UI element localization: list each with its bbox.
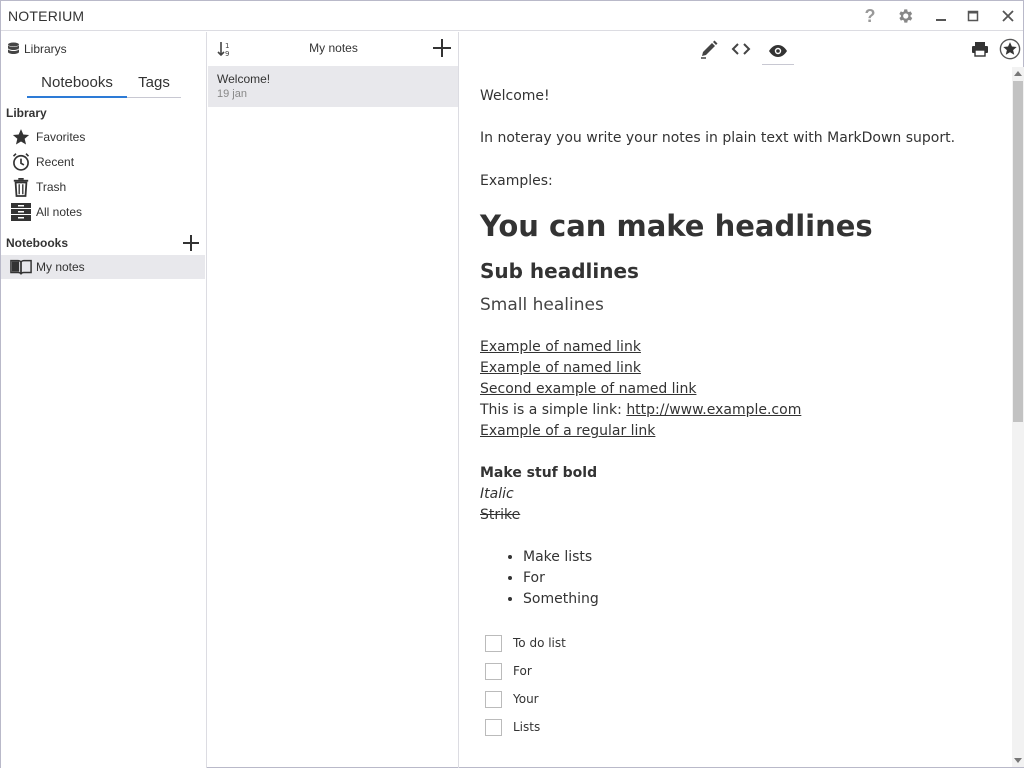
todo-label: For bbox=[513, 664, 532, 678]
todo-checkbox[interactable] bbox=[485, 718, 502, 736]
minimize-button[interactable] bbox=[930, 5, 952, 27]
sidebar-item-label: Favorites bbox=[36, 130, 86, 144]
sidebar-item-label: Trash bbox=[36, 180, 67, 194]
app-window: NOTERIUM ? Librarys Notebooks Tags Libra… bbox=[0, 0, 1024, 768]
examples-text: Examples: bbox=[480, 173, 553, 189]
sidebar-item-recent[interactable]: Recent bbox=[1, 150, 205, 174]
todo-list: To do list For Your Lists bbox=[480, 629, 1000, 741]
intro-text: In noteray you write your notes in plain… bbox=[480, 130, 956, 146]
library-header-label: Librarys bbox=[24, 42, 67, 56]
book-icon bbox=[8, 258, 34, 276]
close-button[interactable] bbox=[997, 5, 1019, 27]
sidebar-item-trash[interactable]: Trash bbox=[1, 175, 205, 199]
todo-item: Lists bbox=[480, 713, 1000, 741]
todo-checkbox[interactable] bbox=[485, 690, 502, 708]
note-date: 19 jan bbox=[217, 88, 247, 100]
italic-text: Italic bbox=[480, 486, 514, 502]
list-item: Something bbox=[523, 589, 1000, 610]
gear-icon[interactable] bbox=[894, 5, 916, 27]
note-preview: Welcome! In noteray you write your notes… bbox=[480, 86, 1000, 741]
editor-scrollbar[interactable] bbox=[1012, 67, 1024, 767]
scrollbar-thumb[interactable] bbox=[1013, 81, 1023, 422]
editor-toolbar bbox=[460, 32, 1023, 66]
star-icon bbox=[8, 128, 34, 146]
strike-text: Strike bbox=[480, 507, 521, 523]
add-note-button[interactable] bbox=[432, 38, 454, 60]
title-bar: NOTERIUM ? bbox=[1, 1, 1023, 31]
scroll-down-arrow-icon[interactable] bbox=[1012, 755, 1024, 767]
headline-h1: You can make headlines bbox=[480, 209, 873, 243]
sidebar-tabs: Notebooks Tags bbox=[27, 72, 181, 98]
todo-item: Your bbox=[480, 685, 1000, 713]
database-icon bbox=[8, 42, 19, 54]
regular-link[interactable]: Example of a regular link bbox=[480, 423, 655, 439]
notebooks-section-label: Notebooks bbox=[6, 236, 69, 250]
todo-checkbox[interactable] bbox=[485, 634, 502, 652]
print-icon[interactable] bbox=[967, 37, 993, 61]
eye-icon[interactable] bbox=[762, 37, 794, 65]
library-selector[interactable]: Librarys bbox=[7, 40, 67, 58]
sidebar-item-my-notes[interactable]: My notes bbox=[1, 255, 205, 279]
app-title: NOTERIUM bbox=[8, 8, 85, 24]
clock-icon bbox=[8, 152, 34, 172]
list-item[interactable]: Welcome! 19 jan bbox=[208, 66, 458, 107]
tab-notebooks[interactable]: Notebooks bbox=[27, 72, 127, 98]
add-notebook-button[interactable] bbox=[181, 233, 203, 253]
sidebar: Librarys Notebooks Tags Library Favorite… bbox=[1, 32, 207, 768]
sidebar-item-all-notes[interactable]: All notes bbox=[1, 200, 205, 224]
sidebar-item-label: My notes bbox=[36, 260, 85, 274]
todo-label: Your bbox=[513, 692, 539, 706]
todo-checkbox[interactable] bbox=[485, 662, 502, 680]
note-title: Welcome! bbox=[217, 72, 271, 86]
scroll-up-arrow-icon[interactable] bbox=[1012, 67, 1024, 79]
list-item: Make lists bbox=[523, 547, 1000, 568]
maximize-button[interactable] bbox=[962, 5, 984, 27]
trash-icon bbox=[8, 177, 34, 197]
todo-label: To do list bbox=[513, 636, 566, 650]
bold-text: Make stuf bold bbox=[480, 465, 598, 481]
bullet-list: Make lists For Something bbox=[523, 547, 1000, 610]
todo-label: Lists bbox=[513, 720, 541, 734]
welcome-text: Welcome! bbox=[480, 88, 550, 104]
library-section-label: Library bbox=[6, 106, 47, 120]
todo-item: For bbox=[480, 657, 1000, 685]
sidebar-item-favorites[interactable]: Favorites bbox=[1, 125, 205, 149]
named-link-1[interactable]: Example of named link bbox=[480, 339, 641, 355]
list-item: For bbox=[523, 568, 1000, 589]
tab-tags[interactable]: Tags bbox=[127, 72, 181, 98]
named-link-2[interactable]: Example of named link bbox=[480, 360, 641, 376]
sidebar-item-label: Recent bbox=[36, 155, 75, 169]
note-list-panel: 19 My notes Welcome! 19 jan bbox=[208, 32, 459, 768]
simple-link[interactable]: http://www.example.com bbox=[626, 402, 801, 418]
named-link-3[interactable]: Second example of named link bbox=[480, 381, 696, 397]
simple-link-label: This is a simple link: bbox=[480, 402, 627, 418]
headline-h2: Sub headlines bbox=[480, 259, 639, 283]
code-icon[interactable] bbox=[728, 37, 754, 61]
note-list-header: 19 My notes bbox=[208, 32, 459, 66]
archive-icon bbox=[8, 202, 34, 222]
editor-panel: Welcome! In noteray you write your notes… bbox=[460, 32, 1023, 768]
todo-item: To do list bbox=[480, 629, 1000, 657]
note-list-title: My notes bbox=[309, 41, 358, 55]
headline-h3: Small healines bbox=[480, 295, 604, 315]
help-icon[interactable]: ? bbox=[859, 5, 881, 27]
favorite-star-icon[interactable] bbox=[997, 37, 1023, 61]
pencil-icon[interactable] bbox=[696, 37, 722, 61]
sidebar-item-label: All notes bbox=[36, 205, 83, 219]
